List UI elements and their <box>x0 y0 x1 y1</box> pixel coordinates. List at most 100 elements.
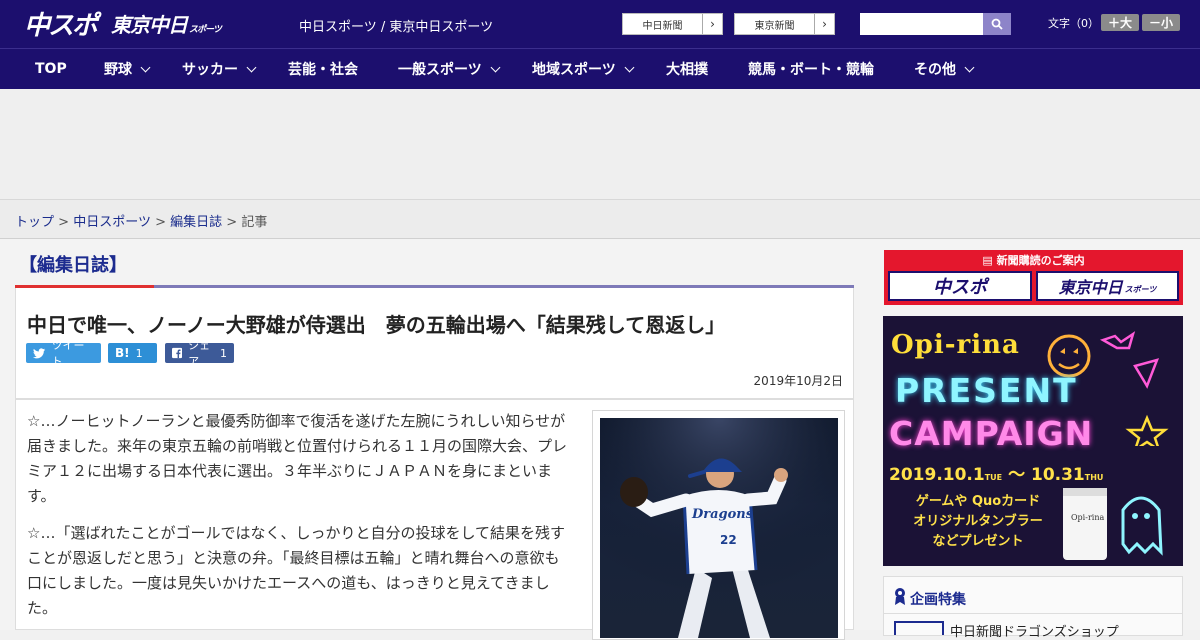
search-input[interactable] <box>860 13 984 35</box>
chevron-down-icon <box>624 62 635 72</box>
chunichi-shimbun-button[interactable]: 中日新聞 › <box>622 13 723 35</box>
nav-item-soccer[interactable]: サッカー <box>182 49 257 89</box>
tokyo-shimbun-button[interactable]: 東京新聞 › <box>734 13 835 35</box>
tokyo-chunichi-subscribe-button[interactable]: 東京中日 スポーツ <box>1036 271 1179 301</box>
campaign-line-campaign: CAMPAIGN <box>889 414 1094 453</box>
ad-banner-area <box>0 89 1200 200</box>
tumbler-label: Opi-rina <box>1071 513 1104 522</box>
section-title: 【編集日誌】 <box>19 255 127 276</box>
article-photo-frame: Dragons 22 <box>592 410 845 640</box>
publish-date: 2019年10月2日 <box>753 374 843 388</box>
logo-secondary-suffix: スポーツ <box>189 24 222 35</box>
nav-item-label: 競馬・ボート・競輪 <box>748 62 874 78</box>
nav-item-label: 地域スポーツ <box>532 62 616 78</box>
feature-divider <box>884 613 1182 614</box>
breadcrumb-separator: > <box>226 215 238 230</box>
hatena-icon: B! <box>115 346 130 360</box>
breadcrumb: トップ > 中日スポーツ > 編集日誌 > 記事 <box>0 200 1200 239</box>
font-larger-button[interactable]: ＋大 <box>1101 14 1139 31</box>
campaign-gift-line: などプレゼント <box>932 534 1024 549</box>
logo-secondary-text: 東京中日 <box>111 12 188 37</box>
site-links[interactable]: 中日スポーツ / 東京中日スポーツ <box>299 16 493 35</box>
article-paragraph: ☆…ノーヒットノーランと最優秀防御率で復活を遂げた左腕にうれしい知らせが届きまし… <box>27 412 568 505</box>
present-campaign-banner[interactable]: Opi-rina PRESENT CAMPAIGN 2019.10.1TUE 〜… <box>883 316 1183 566</box>
ribbon-icon <box>895 588 905 605</box>
tokyo-chunichi-logo[interactable]: 東京中日 スポーツ <box>111 7 222 39</box>
breadcrumb-chunichi-link[interactable]: 中日スポーツ <box>73 215 151 230</box>
article-title: 中日で唯一、ノーノー大野雄が侍選出 夢の五輪出場へ「結果残して恩返し」 <box>27 313 726 337</box>
jersey-text: Dragons <box>691 507 754 522</box>
nav-item-label: TOP <box>35 61 67 77</box>
chunichi-shimbun-label: 中日新聞 <box>642 20 683 32</box>
breadcrumb-separator: > <box>58 215 70 230</box>
facebook-count: 1 <box>220 346 227 360</box>
logo-primary-text: 中スポ <box>24 10 98 41</box>
tokyo-chunichi-button-label: 東京中日 <box>1058 278 1123 297</box>
nav-item-entertainment[interactable]: 芸能・社会 <box>288 49 358 89</box>
tokyo-shimbun-label: 東京新聞 <box>754 20 795 32</box>
article-body: ☆…ノーヒットノーランと最優秀防御率で復活を遂げた左腕にうれしい知らせが届きまし… <box>15 399 854 640</box>
nav-item-label: 一般スポーツ <box>398 62 482 78</box>
breadcrumb-current: 記事 <box>241 215 268 230</box>
nav-item-top[interactable]: TOP <box>35 49 67 89</box>
nav-item-local-sports[interactable]: 地域スポーツ <box>532 49 635 89</box>
tokyo-chunichi-button-suffix: スポーツ <box>1124 284 1157 294</box>
chevron-down-icon <box>140 62 151 72</box>
tweet-label: ツイート <box>51 339 85 368</box>
campaign-gifts: ゲームや Quoカード オリジナルタンブラー などプレゼント <box>883 492 1073 552</box>
jersey-number: 22 <box>720 533 737 547</box>
twitter-bird-icon <box>33 347 46 358</box>
article-header: 中日で唯一、ノーノー大野雄が侍選出 夢の五輪出場へ「結果残して恩返し」 ツイート… <box>15 288 854 399</box>
campaign-gift-line: オリジナルタンブラー <box>913 514 1043 529</box>
hatena-count: 1 <box>135 346 143 360</box>
subscription-box: ▤ 新聞購読のご案内 中スポ 東京中日 スポーツ <box>884 250 1183 305</box>
nav-item-label: 野球 <box>104 62 132 78</box>
dragons-shop-thumbnail[interactable] <box>894 621 944 635</box>
nav-item-other[interactable]: その他 <box>914 49 975 89</box>
article-paragraph: ☆…「選ばれたことがゴールではなく、しっかりと自分の投球をして結果を残すことが恩… <box>27 524 566 617</box>
font-size-label: 文字（0） <box>1048 17 1099 30</box>
font-smaller-button[interactable]: －小 <box>1142 14 1180 31</box>
nav-item-general-sports[interactable]: 一般スポーツ <box>398 49 501 89</box>
nav-item-label: その他 <box>914 62 956 78</box>
breadcrumb-top-link[interactable]: トップ <box>15 215 54 230</box>
subscription-caption-text: 新聞購読のご案内 <box>996 254 1085 267</box>
campaign-start-date: 2019.10.1 <box>889 465 985 485</box>
breadcrumb-editorial-link[interactable]: 編集日誌 <box>170 215 222 230</box>
nav-item-label: 芸能・社会 <box>288 62 358 78</box>
search-button[interactable] <box>983 13 1011 35</box>
nav-item-label: サッカー <box>182 62 238 78</box>
main-nav: TOP 野球 サッカー 芸能・社会 一般スポーツ 地域スポーツ 大相撲 競馬・ボ… <box>0 48 1200 89</box>
campaign-brand: Opi-rina <box>891 330 1020 360</box>
chevron-right-icon: › <box>702 14 722 34</box>
campaign-date-separator: 〜 <box>1008 465 1026 485</box>
pitcher-celebration-photo[interactable]: Dragons 22 <box>600 418 838 638</box>
chevron-right-icon: › <box>814 14 834 34</box>
feature-box: 企画特集 中日新聞ドラゴンズショップ <box>883 576 1183 640</box>
nav-item-baseball[interactable]: 野球 <box>104 49 151 89</box>
chusupo-logo[interactable]: 中スポ <box>24 7 98 41</box>
subscription-caption: ▤ 新聞購読のご案内 <box>884 252 1183 268</box>
hatena-bookmark-button[interactable]: B! 1 <box>108 343 157 363</box>
campaign-line-present: PRESENT <box>895 371 1078 410</box>
facebook-share-button[interactable]: シェア 1 <box>165 339 234 368</box>
top-header: 中スポ 東京中日 スポーツ 中日スポーツ / 東京中日スポーツ 中日新聞 › 東京… <box>0 0 1200 48</box>
chusupo-subscribe-button[interactable]: 中スポ <box>888 271 1032 301</box>
newspaper-icon: ▤ <box>982 254 997 267</box>
tumbler-ghost-icon: Opi-rina <box>1063 488 1163 560</box>
feature-item-dragons-shop[interactable]: 中日新聞ドラゴンズショップ <box>950 621 1119 640</box>
section-heading: 【編集日誌】 <box>15 247 854 288</box>
nav-item-label: 大相撲 <box>666 62 708 78</box>
chevron-down-icon <box>964 62 975 72</box>
campaign-gift-line: ゲームや Quoカード <box>915 494 1041 509</box>
pitcher-illustration: Dragons 22 <box>600 418 838 638</box>
nav-item-sumo[interactable]: 大相撲 <box>666 49 708 89</box>
facebook-label: シェア <box>188 339 211 368</box>
feature-title: 企画特集 <box>910 592 966 608</box>
search-icon <box>991 18 1003 30</box>
campaign-start-day: TUE <box>984 473 1003 482</box>
chevron-down-icon <box>246 62 257 72</box>
breadcrumb-separator: > <box>155 215 166 230</box>
tweet-button[interactable]: ツイート <box>26 339 101 368</box>
nav-item-racing[interactable]: 競馬・ボート・競輪 <box>748 49 874 89</box>
